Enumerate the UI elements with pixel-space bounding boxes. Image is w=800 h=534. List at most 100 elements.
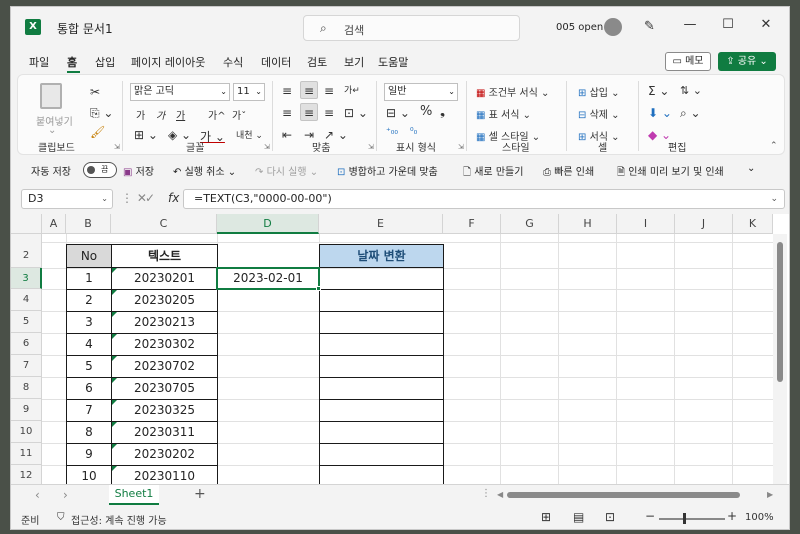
error-indicator-icon[interactable] — [112, 466, 117, 471]
merge-center-button[interactable]: ⊡ 병합하고 가운데 맞춤 — [337, 163, 438, 178]
font-name-select[interactable]: 맑은 고딕 ⌄ — [130, 83, 230, 101]
format-as-table-button[interactable]: ▦ 표 서식 ⌄ — [476, 106, 531, 121]
col-header-c[interactable]: C — [111, 214, 217, 234]
col-header-g[interactable]: G — [501, 214, 559, 234]
header-no[interactable]: No — [66, 244, 112, 268]
table-cell-date[interactable] — [319, 421, 444, 444]
row-header-5[interactable]: 5 — [11, 311, 42, 333]
table-cell-date[interactable] — [319, 465, 444, 484]
table-cell-date[interactable] — [319, 377, 444, 400]
bold-button[interactable]: 가 — [136, 107, 145, 122]
error-indicator-icon[interactable] — [112, 422, 117, 427]
zoom-out-button[interactable]: − — [645, 509, 655, 523]
row-header-8[interactable]: 8 — [11, 377, 42, 399]
vertical-scrollbar[interactable] — [773, 234, 787, 484]
select-all-corner[interactable] — [11, 214, 42, 234]
menu-file[interactable]: 파일 — [29, 54, 49, 70]
col-header-e[interactable]: E — [319, 214, 443, 234]
increase-decimal-icon[interactable]: ⁺₀₀ — [386, 127, 398, 137]
add-sheet-button[interactable]: + — [194, 486, 206, 502]
vertical-scroll-thumb[interactable] — [777, 242, 783, 382]
col-header-j[interactable]: J — [675, 214, 733, 234]
insert-cells-button[interactable]: ⊞ 삽입 ⌄ — [578, 84, 620, 99]
menu-formulas[interactable]: 수식 — [223, 54, 243, 70]
table-cell-no[interactable]: 3 — [66, 311, 112, 334]
table-cell-no[interactable]: 9 — [66, 443, 112, 466]
table-cell-date[interactable] — [319, 399, 444, 422]
paste-icon[interactable] — [40, 83, 62, 109]
menu-data[interactable]: 데이터 — [261, 54, 291, 70]
table-cell-text[interactable]: 20230205 — [111, 289, 218, 312]
table-cell-text[interactable]: 20230201 — [111, 267, 218, 290]
zoom-in-button[interactable]: + — [727, 509, 737, 523]
error-indicator-icon[interactable] — [112, 356, 117, 361]
name-box[interactable]: D3 ⌄ — [21, 189, 113, 209]
pen-icon[interactable]: ✎ — [644, 19, 655, 34]
font-size-select[interactable]: 11 ⌄ — [233, 83, 265, 101]
undo-button[interactable]: ↶ 실행 취소 ⌄ — [173, 163, 236, 178]
increase-font-button[interactable]: 가^ — [208, 107, 226, 122]
close-button[interactable]: ✕ — [756, 17, 776, 32]
decrease-decimal-icon[interactable]: ⁰₀ — [410, 127, 417, 137]
avatar[interactable] — [604, 18, 622, 36]
table-cell-no[interactable]: 8 — [66, 421, 112, 444]
table-cell-text[interactable]: 20230110 — [111, 465, 218, 484]
maximize-button[interactable]: ☐ — [718, 17, 738, 32]
number-format-select[interactable]: 일반 ⌄ — [384, 83, 458, 101]
table-cell-text[interactable]: 20230302 — [111, 333, 218, 356]
decrease-indent-icon[interactable]: ⇤ — [282, 128, 292, 142]
menu-insert[interactable]: 삽입 — [95, 54, 115, 70]
share-button[interactable]: ⇪ 공유 ⌄ — [718, 52, 776, 71]
currency-icon[interactable]: ⊟ ⌄ — [386, 106, 410, 120]
collapse-ribbon-icon[interactable]: ⌃ — [770, 141, 778, 151]
error-indicator-icon[interactable] — [112, 378, 117, 383]
phonetic-icon[interactable]: 내천 ⌄ — [236, 128, 263, 141]
error-indicator-icon[interactable] — [112, 268, 117, 273]
expand-formula-icon[interactable]: ⌄ — [770, 190, 778, 208]
row-header-6[interactable]: 6 — [11, 333, 42, 355]
normal-view-icon[interactable]: ⊞ — [541, 510, 551, 524]
copy-icon[interactable]: ⎘ ⌄ — [90, 106, 113, 121]
alignment-launcher-icon[interactable]: ⇲ — [368, 143, 374, 151]
table-cell-no[interactable]: 10 — [66, 465, 112, 484]
minimize-button[interactable]: — — [680, 17, 700, 32]
formula-enter-icon[interactable]: ✓ — [145, 191, 155, 205]
autosum-icon[interactable]: Σ ⌄ — [648, 84, 669, 98]
comma-icon[interactable]: ❟ — [440, 104, 445, 119]
formula-input[interactable]: =TEXT(C3,"0000-00-00") ⌄ — [183, 189, 785, 209]
table-cell-text[interactable]: 20230213 — [111, 311, 218, 334]
table-cell-text[interactable]: 20230202 — [111, 443, 218, 466]
table-cell-no[interactable]: 6 — [66, 377, 112, 400]
menu-review[interactable]: 검토 — [307, 54, 327, 70]
save-button[interactable]: ▣ 저장 — [123, 163, 154, 178]
wrap-text-icon[interactable]: 가↵ — [344, 83, 360, 96]
redo-button[interactable]: ↷ 다시 실행 ⌄ — [255, 163, 318, 178]
zoom-slider-handle[interactable] — [683, 513, 686, 524]
col-header-h[interactable]: H — [559, 214, 617, 234]
horizontal-scrollbar[interactable] — [497, 491, 763, 499]
quick-print-button[interactable]: ⎙ 빠른 인쇄 — [543, 163, 594, 178]
table-cell-date[interactable] — [319, 443, 444, 466]
merge-cells-icon[interactable]: ⊡ ⌄ — [344, 106, 368, 120]
user-name[interactable]: 005 open — [556, 22, 603, 33]
find-select-icon[interactable]: ⌕ ⌄ — [680, 106, 701, 121]
menu-help[interactable]: 도움말 — [378, 54, 408, 70]
border-icon[interactable]: ⊞ ⌄ — [134, 128, 158, 142]
cut-icon[interactable]: ✂ — [90, 85, 100, 99]
italic-button[interactable]: 가 — [156, 107, 165, 122]
table-cell-no[interactable]: 1 — [66, 267, 112, 290]
row-header-7[interactable]: 7 — [11, 355, 42, 377]
conditional-format-button[interactable]: ▦ 조건부 서식 ⌄ — [476, 84, 549, 99]
new-file-button[interactable]: 🗋 새로 만들기 — [463, 163, 523, 182]
align-bottom-icon[interactable]: ≡ — [324, 84, 334, 98]
menu-page-layout[interactable]: 페이지 레이아웃 — [131, 54, 205, 70]
table-cell-text[interactable]: 20230311 — [111, 421, 218, 444]
col-header-d[interactable]: D — [217, 214, 319, 234]
percent-icon[interactable]: % — [420, 104, 432, 119]
zoom-level[interactable]: 100% — [745, 512, 774, 523]
search-box[interactable]: ⌕ 검색 — [303, 15, 520, 41]
fill-icon[interactable]: ⬇ ⌄ — [648, 106, 672, 120]
next-sheet-icon[interactable]: › — [63, 488, 68, 502]
col-header-f[interactable]: F — [443, 214, 501, 234]
format-painter-icon[interactable]: 🖌 — [90, 125, 105, 139]
